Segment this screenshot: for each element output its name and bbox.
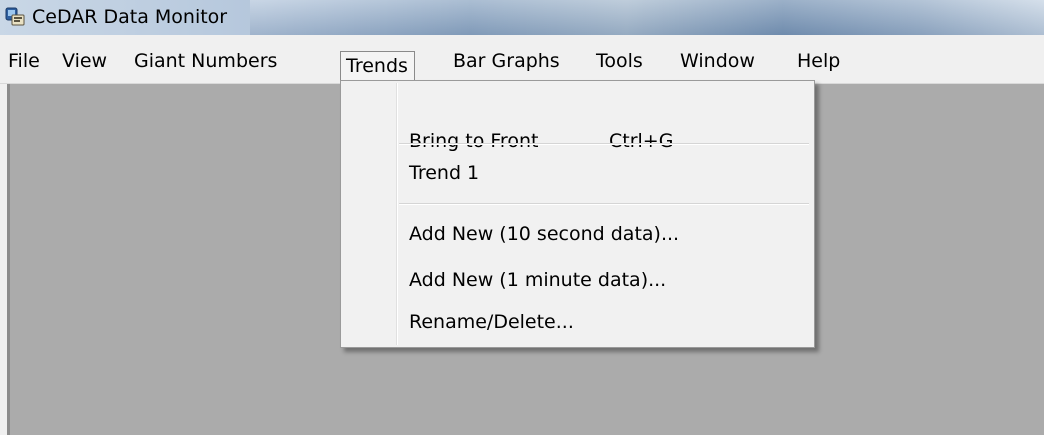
menu-file[interactable]: File — [8, 49, 40, 73]
menu-view[interactable]: View — [62, 49, 107, 73]
menu-separator — [399, 203, 809, 205]
shortcut-bring-to-front: Ctrl+G — [609, 130, 674, 152]
menu-item-trend-1[interactable]: Trend 1 — [409, 161, 479, 185]
menu-help[interactable]: Help — [797, 49, 840, 73]
menu-bar-graphs[interactable]: Bar Graphs — [453, 49, 560, 73]
menu-giant-numbers[interactable]: Giant Numbers — [134, 49, 277, 73]
menu-window[interactable]: Window — [680, 49, 755, 73]
app-window: CeDAR Data Monitor File View Giant Numbe… — [0, 0, 1044, 435]
menu-separator — [399, 143, 809, 145]
menu-item-rename-delete[interactable]: Rename/Delete... — [409, 310, 574, 334]
app-icon[interactable] — [4, 7, 26, 27]
client-edge — [7, 84, 10, 435]
menu-item-bring-to-front[interactable]: Bring to Front — [409, 129, 538, 153]
menu-item-add-new-1-minute[interactable]: Add New (1 minute data)... — [409, 268, 666, 292]
window-title: CeDAR Data Monitor — [32, 6, 228, 28]
menu-icon-gutter — [396, 83, 398, 345]
window-frame-left — [0, 84, 7, 435]
menu-tools[interactable]: Tools — [596, 49, 643, 73]
title-bar-background — [250, 0, 1044, 35]
menu-bar: File View Giant Numbers Trends Bar Graph… — [0, 35, 1044, 84]
menu-trends[interactable]: Trends — [340, 51, 415, 82]
title-bar[interactable]: CeDAR Data Monitor — [0, 0, 1044, 35]
menu-item-add-new-10-second[interactable]: Add New (10 second data)... — [409, 222, 679, 246]
trends-dropdown-menu: Bring to Front Ctrl+G Trend 1 Add New (1… — [340, 80, 815, 348]
